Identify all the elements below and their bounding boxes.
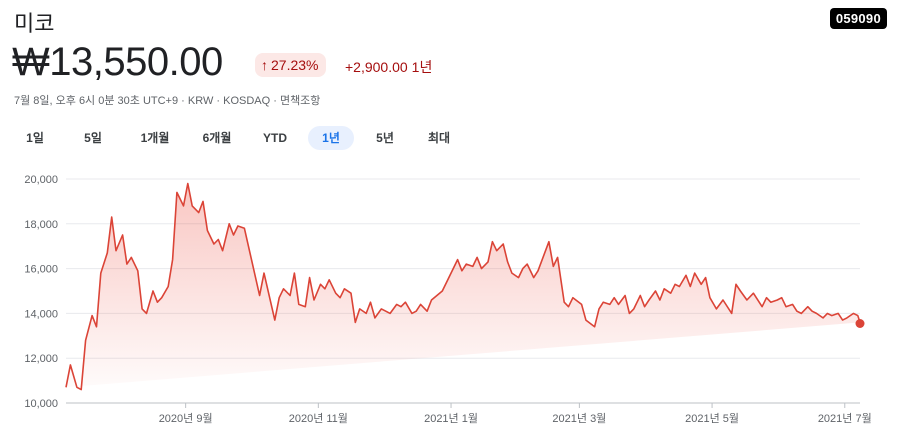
tab-5d[interactable]: 5일 <box>66 126 120 150</box>
arrow-up-icon: ↑ <box>261 57 268 73</box>
x-tick-label: 2021년 1월 <box>424 412 478 425</box>
tab-max[interactable]: 최대 <box>418 126 460 150</box>
change-absolute: +2,900.00 1년 <box>345 57 436 77</box>
stock-name: 미코 <box>14 11 55 36</box>
change-percent-badge: ↑ 27.23% <box>255 53 327 77</box>
y-tick-label: 12,000 <box>24 353 58 365</box>
y-tick-label: 16,000 <box>24 264 58 276</box>
y-tick-label: 10,000 <box>24 398 58 410</box>
change-absolute-value: +2,900.00 <box>345 59 408 75</box>
current-price: ₩13,550.00 <box>12 40 223 84</box>
tab-1m[interactable]: 1개월 <box>128 126 182 150</box>
tab-1y[interactable]: 1년 <box>308 126 354 150</box>
x-tick-label: 2021년 5월 <box>685 412 739 425</box>
quote-meta: 7월 8일, 오후 6시 0분 30초 UTC+9 · KRW · KOSDAQ… <box>14 95 321 107</box>
range-tabs: 1일 5일 1개월 6개월 YTD 1년 5년 최대 <box>14 126 460 150</box>
tab-ytd[interactable]: YTD <box>252 126 298 150</box>
x-tick-label: 2021년 3월 <box>552 412 606 425</box>
y-tick-label: 18,000 <box>24 219 58 231</box>
last-price-point <box>855 319 865 328</box>
x-tick-label: 2020년 9월 <box>159 412 213 425</box>
change-percent: 27.23% <box>271 57 319 73</box>
tab-6m[interactable]: 6개월 <box>190 126 244 150</box>
ticker-badge: 059090 <box>829 8 887 29</box>
price-chart[interactable]: 20,000 18,000 16,000 14,000 12,000 10,000 202… <box>0 160 897 444</box>
tab-1d[interactable]: 1일 <box>14 126 56 150</box>
y-tick-label: 20,000 <box>24 174 58 186</box>
change-period: 1년 <box>411 59 433 75</box>
x-tick-label: 2020년 11월 <box>289 412 348 425</box>
tab-5y[interactable]: 5년 <box>362 126 408 150</box>
x-tick-label: 2021년 7월 <box>818 412 872 425</box>
y-tick-label: 14,000 <box>24 308 58 320</box>
